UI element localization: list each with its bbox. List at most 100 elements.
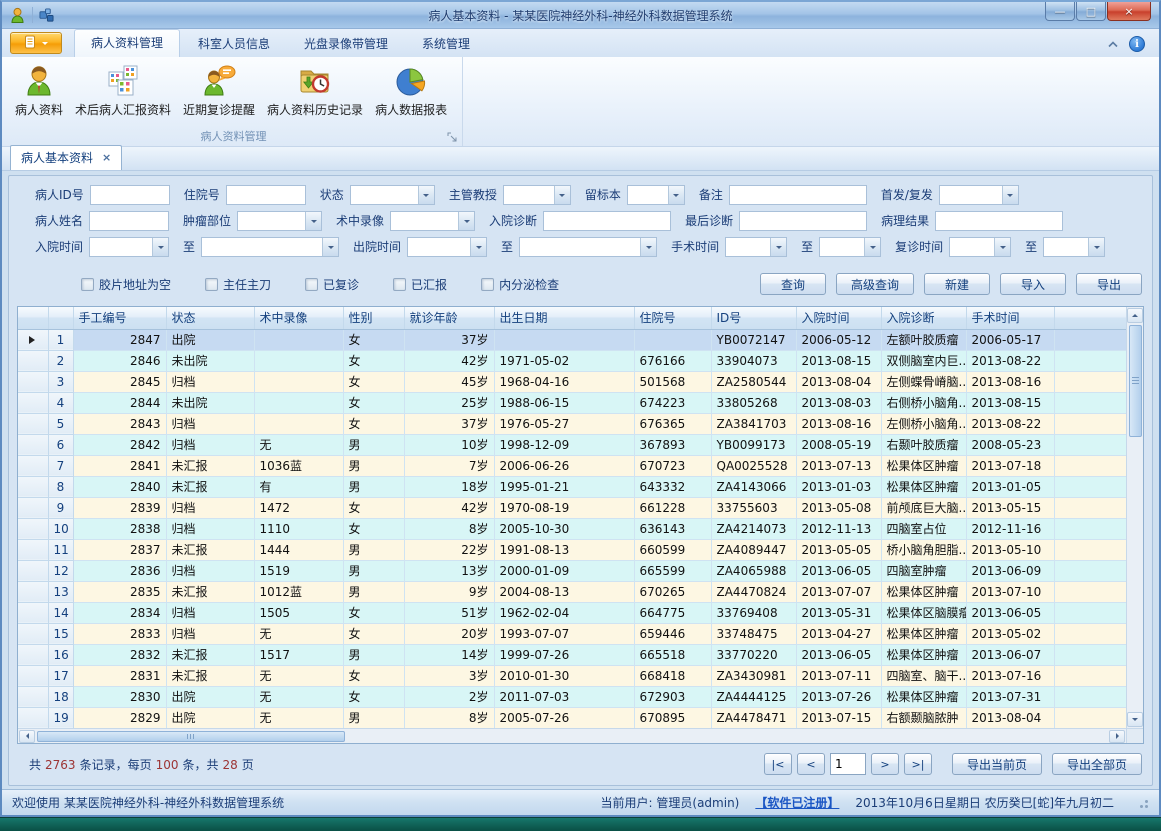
filter-combo[interactable] <box>627 185 685 205</box>
table-row[interactable]: 192829出院无男8岁2005-07-26670895ZA4478471201… <box>18 707 1126 728</box>
table-row[interactable]: 132835未汇报1012蓝男9岁2004-08-13670265ZA44708… <box>18 581 1126 602</box>
filter-combo[interactable] <box>201 237 339 257</box>
filter-checkbox[interactable]: 内分泌检查 <box>481 276 559 293</box>
checkbox-box[interactable] <box>305 278 318 291</box>
ribbon-button[interactable]: 病人数据报表 <box>369 61 453 120</box>
column-header[interactable]: 术中录像 <box>254 307 343 329</box>
column-header[interactable]: 出生日期 <box>494 307 634 329</box>
scroll-left-icon[interactable] <box>19 730 35 743</box>
minimize-button[interactable]: — <box>1045 2 1075 21</box>
ribbon-tab[interactable]: 科室人员信息 <box>182 31 286 57</box>
table-row[interactable]: 82840未汇报有男18岁1995-01-21643332ZA414306620… <box>18 476 1126 497</box>
filter-combo[interactable] <box>1043 237 1105 257</box>
quick-access-icon[interactable] <box>39 8 54 23</box>
filter-input[interactable] <box>739 211 867 231</box>
column-header[interactable]: 手术时间 <box>966 307 1054 329</box>
doc-tab-patient-basic[interactable]: 病人基本资料 × <box>10 145 122 170</box>
combo-dropdown-button[interactable] <box>470 238 486 256</box>
ribbon-button[interactable]: 病人资料历史记录 <box>261 61 369 120</box>
combo-dropdown-button[interactable] <box>1002 186 1018 204</box>
action-button[interactable]: 查询 <box>760 273 826 295</box>
filter-checkbox[interactable]: 胶片地址为空 <box>81 276 171 293</box>
table-row[interactable]: 12847出院女37岁YB00721472006-05-12左额叶胶质瘤2006… <box>18 329 1126 350</box>
dialog-launcher-icon[interactable] <box>447 132 457 142</box>
filter-checkbox[interactable]: 主任主刀 <box>205 276 271 293</box>
table-row[interactable]: 102838归档1110女8岁2005-10-30636143ZA4214073… <box>18 518 1126 539</box>
table-row[interactable]: 52843归档女37岁1976-05-27676365ZA38417032013… <box>18 413 1126 434</box>
table-row[interactable]: 42844未出院女25岁1988-06-15674223338052682013… <box>18 392 1126 413</box>
filter-input[interactable] <box>935 211 1063 231</box>
horizontal-scrollbar-thumb[interactable] <box>37 731 345 742</box>
maximize-button[interactable]: □ <box>1076 2 1106 21</box>
resize-grip-icon[interactable] <box>1136 796 1149 809</box>
vertical-scrollbar[interactable] <box>1126 307 1143 728</box>
table-row[interactable]: 62842归档无男10岁1998-12-09367893YB0099173200… <box>18 434 1126 455</box>
combo-dropdown-button[interactable] <box>994 238 1010 256</box>
ribbon-tab[interactable]: 系统管理 <box>406 31 486 57</box>
table-row[interactable]: 92839归档1472女42岁1970-08-19661228337556032… <box>18 497 1126 518</box>
table-row[interactable]: 142834归档1505女51岁1962-02-0466477533769408… <box>18 602 1126 623</box>
scroll-up-icon[interactable] <box>1127 308 1143 323</box>
column-header[interactable]: 性别 <box>343 307 404 329</box>
filter-combo[interactable] <box>519 237 657 257</box>
prev-page-button[interactable]: < <box>797 753 825 775</box>
combo-dropdown-button[interactable] <box>864 238 880 256</box>
action-button[interactable]: 高级查询 <box>836 273 914 295</box>
filter-combo[interactable] <box>390 211 475 231</box>
table-row[interactable]: 152833归档无女20岁1993-07-0765944633748475201… <box>18 623 1126 644</box>
combo-dropdown-button[interactable] <box>770 238 786 256</box>
table-row[interactable]: 72841未汇报1036蓝男7岁2006-06-26670723QA002552… <box>18 455 1126 476</box>
info-icon[interactable]: i <box>1129 36 1145 52</box>
combo-dropdown-button[interactable] <box>418 186 434 204</box>
table-row[interactable]: 122836归档1519男13岁2000-01-09665599ZA406598… <box>18 560 1126 581</box>
scroll-down-icon[interactable] <box>1127 712 1143 727</box>
filter-combo[interactable] <box>503 185 571 205</box>
filter-combo[interactable] <box>819 237 881 257</box>
filter-combo[interactable] <box>939 185 1019 205</box>
close-button[interactable]: × <box>1107 2 1151 21</box>
filter-combo[interactable] <box>89 237 169 257</box>
first-page-button[interactable]: |< <box>764 753 792 775</box>
ribbon-tab[interactable]: 光盘录像带管理 <box>288 31 404 57</box>
column-header[interactable]: 状态 <box>166 307 254 329</box>
column-header[interactable]: 入院时间 <box>796 307 881 329</box>
combo-dropdown-button[interactable] <box>640 238 656 256</box>
combo-dropdown-button[interactable] <box>458 212 474 230</box>
combo-dropdown-button[interactable] <box>554 186 570 204</box>
table-row[interactable]: 32845归档女45岁1968-04-16501568ZA25805442013… <box>18 371 1126 392</box>
last-page-button[interactable]: >| <box>904 753 932 775</box>
filter-combo[interactable] <box>237 211 322 231</box>
ribbon-collapse-icon[interactable] <box>1107 40 1119 49</box>
column-header[interactable]: ID号 <box>711 307 796 329</box>
next-page-button[interactable]: > <box>871 753 899 775</box>
action-button[interactable]: 新建 <box>924 273 990 295</box>
app-menu-button[interactable] <box>10 32 62 54</box>
checkbox-box[interactable] <box>481 278 494 291</box>
combo-dropdown-button[interactable] <box>152 238 168 256</box>
combo-dropdown-button[interactable] <box>305 212 321 230</box>
filter-combo[interactable] <box>725 237 787 257</box>
filter-combo[interactable] <box>350 185 435 205</box>
table-row[interactable]: 182830出院无女2岁2011-07-03672903ZA4444125201… <box>18 686 1126 707</box>
combo-dropdown-button[interactable] <box>322 238 338 256</box>
combo-dropdown-button[interactable] <box>668 186 684 204</box>
filter-checkbox[interactable]: 已汇报 <box>393 276 447 293</box>
horizontal-scrollbar[interactable] <box>18 728 1126 743</box>
filter-input[interactable] <box>226 185 306 205</box>
titlebar[interactable]: 病人基本资料 - 某某医院神经外科-神经外科数据管理系统 — □ × <box>2 2 1159 29</box>
scroll-right-icon[interactable] <box>1109 730 1125 743</box>
table-row[interactable]: 112837未汇报1444男22岁1991-08-13660599ZA40894… <box>18 539 1126 560</box>
checkbox-box[interactable] <box>81 278 94 291</box>
action-button[interactable]: 导入 <box>1000 273 1066 295</box>
vertical-scrollbar-thumb[interactable] <box>1129 325 1142 437</box>
filter-input[interactable] <box>90 185 170 205</box>
filter-input[interactable] <box>89 211 169 231</box>
column-header[interactable]: 入院诊断 <box>881 307 966 329</box>
export-current-page-button[interactable]: 导出当前页 <box>952 753 1042 775</box>
ribbon-tab[interactable]: 病人资料管理 <box>74 29 180 57</box>
checkbox-box[interactable] <box>205 278 218 291</box>
ribbon-button[interactable]: 近期复诊提醒 <box>177 61 261 120</box>
filter-input[interactable] <box>729 185 867 205</box>
filter-input[interactable] <box>543 211 671 231</box>
doc-tab-close-icon[interactable]: × <box>102 152 111 163</box>
